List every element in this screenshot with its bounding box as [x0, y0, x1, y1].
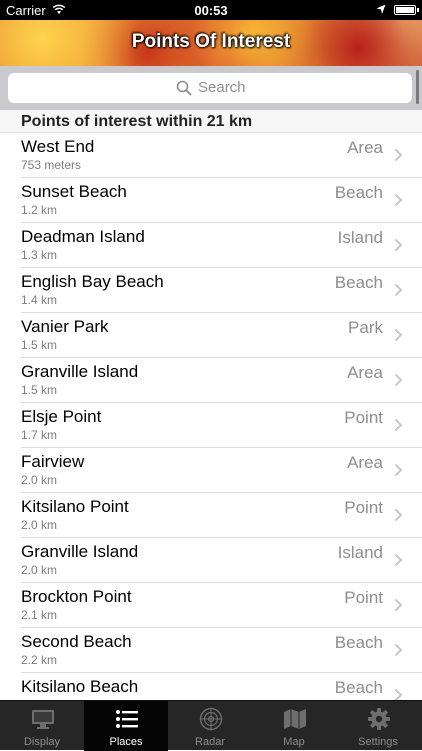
place-type: Area: [347, 453, 383, 472]
list-item[interactable]: English Bay Beach 1.4 km Beach: [0, 268, 422, 313]
place-name: Elsje Point: [21, 407, 102, 426]
place-name: Brockton Point: [21, 587, 132, 606]
place-type: Area: [347, 363, 383, 382]
place-type: Park: [348, 318, 383, 337]
chevron-right-icon: [394, 193, 403, 207]
tab-label: Settings: [358, 736, 398, 748]
place-type: Point: [344, 498, 383, 517]
list-item[interactable]: Second Beach 2.2 km Beach: [0, 628, 422, 673]
place-name: Deadman Island: [21, 227, 145, 246]
list-item[interactable]: Granville Island 2.0 km Island: [0, 538, 422, 583]
chevron-right-icon: [394, 598, 403, 612]
place-type: Point: [344, 588, 383, 607]
place-name: Second Beach: [21, 632, 132, 651]
place-name: Granville Island: [21, 362, 139, 381]
list-item[interactable]: Granville Island 1.5 km Area: [0, 358, 422, 403]
battery-icon: [394, 5, 419, 15]
chevron-right-icon: [394, 688, 403, 700]
section-title: Points of interest within 21 km: [21, 113, 253, 130]
place-type: Island: [337, 543, 383, 562]
tab-label: Radar: [195, 736, 225, 748]
place-type: Island: [337, 228, 383, 247]
chevron-right-icon: [394, 238, 403, 252]
page-title: Points Of Interest: [131, 31, 291, 52]
list-item[interactable]: Deadman Island 1.3 km Island: [0, 223, 422, 268]
radar-icon: [199, 707, 223, 731]
chevron-right-icon: [394, 553, 403, 567]
place-distance: 2.0 km: [21, 563, 58, 577]
list-item[interactable]: West End 753 meters Area: [0, 133, 422, 178]
place-distance: 1.3 km: [21, 248, 58, 262]
tab-map[interactable]: Map: [252, 701, 336, 751]
place-distance: 2.0 km: [21, 518, 58, 532]
map-icon: [284, 709, 306, 729]
tab-bar: Display Places Radar Map Settings: [0, 700, 422, 751]
chevron-right-icon: [394, 328, 403, 342]
chevron-right-icon: [394, 283, 403, 297]
display-icon: [32, 710, 54, 729]
place-name: West End: [21, 137, 95, 156]
search-placeholder: Search: [198, 79, 246, 96]
place-type: Point: [344, 408, 383, 427]
location-arrow-icon: [376, 4, 386, 14]
chevron-right-icon: [394, 373, 403, 387]
chevron-right-icon: [394, 148, 403, 162]
place-distance: 2.0 km: [21, 473, 58, 487]
place-distance: 1.2 km: [21, 203, 58, 217]
list-item[interactable]: Kitsilano Beach Beach: [0, 673, 422, 700]
tab-label: Places: [109, 736, 143, 748]
chevron-right-icon: [394, 418, 403, 432]
tab-label: Display: [23, 736, 61, 748]
tab-places[interactable]: Places: [84, 701, 168, 751]
list-icon: [116, 710, 138, 728]
place-type: Beach: [334, 678, 383, 697]
place-distance: 2.2 km: [21, 653, 58, 667]
poi-list: West End 753 meters Area Sunset Beach 1.2 km…: [0, 133, 422, 700]
list-item[interactable]: Fairview 2.0 km Area: [0, 448, 422, 493]
scroll-indicator[interactable]: [416, 70, 419, 104]
search-icon: [176, 80, 192, 96]
place-name: Fairview: [21, 452, 85, 471]
gear-icon: [368, 708, 390, 730]
section-header: Points of interest within 21 km: [0, 110, 422, 133]
list-item[interactable]: Brockton Point 2.1 km Point: [0, 583, 422, 628]
list-item[interactable]: Elsje Point 1.7 km Point: [0, 403, 422, 448]
search-input[interactable]: Search: [8, 73, 412, 103]
place-name: English Bay Beach: [21, 272, 164, 291]
place-name: Sunset Beach: [21, 182, 127, 201]
tab-display[interactable]: Display: [0, 701, 84, 751]
chevron-right-icon: [394, 643, 403, 657]
place-type: Beach: [334, 633, 383, 652]
chevron-right-icon: [394, 463, 403, 477]
place-distance: 1.5 km: [21, 338, 58, 352]
place-type: Beach: [334, 273, 383, 292]
tab-settings[interactable]: Settings: [336, 701, 420, 751]
place-name: Kitsilano Beach: [21, 677, 139, 696]
place-name: Vanier Park: [21, 317, 109, 336]
status-bar: Carrier 00:53: [0, 0, 422, 20]
list-item[interactable]: Vanier Park 1.5 km Park: [0, 313, 422, 358]
place-distance: 1.4 km: [21, 293, 58, 307]
list-item[interactable]: Sunset Beach 1.2 km Beach: [0, 178, 422, 223]
navigation-bar: Points Of Interest: [0, 20, 422, 66]
list-item[interactable]: Kitsilano Point 2.0 km Point: [0, 493, 422, 538]
place-distance: 1.5 km: [21, 383, 58, 397]
status-time: 00:53: [194, 3, 228, 18]
chevron-right-icon: [394, 508, 403, 522]
tab-label: Map: [283, 736, 305, 748]
place-distance: 1.7 km: [21, 428, 58, 442]
place-distance: 2.1 km: [21, 608, 58, 622]
place-type: Beach: [334, 183, 383, 202]
place-type: Area: [347, 138, 383, 157]
search-bar: Search: [0, 66, 422, 110]
place-distance: 753 meters: [21, 158, 82, 172]
place-name: Granville Island: [21, 542, 139, 561]
place-name: Kitsilano Point: [21, 497, 129, 516]
tab-radar[interactable]: Radar: [168, 701, 252, 751]
